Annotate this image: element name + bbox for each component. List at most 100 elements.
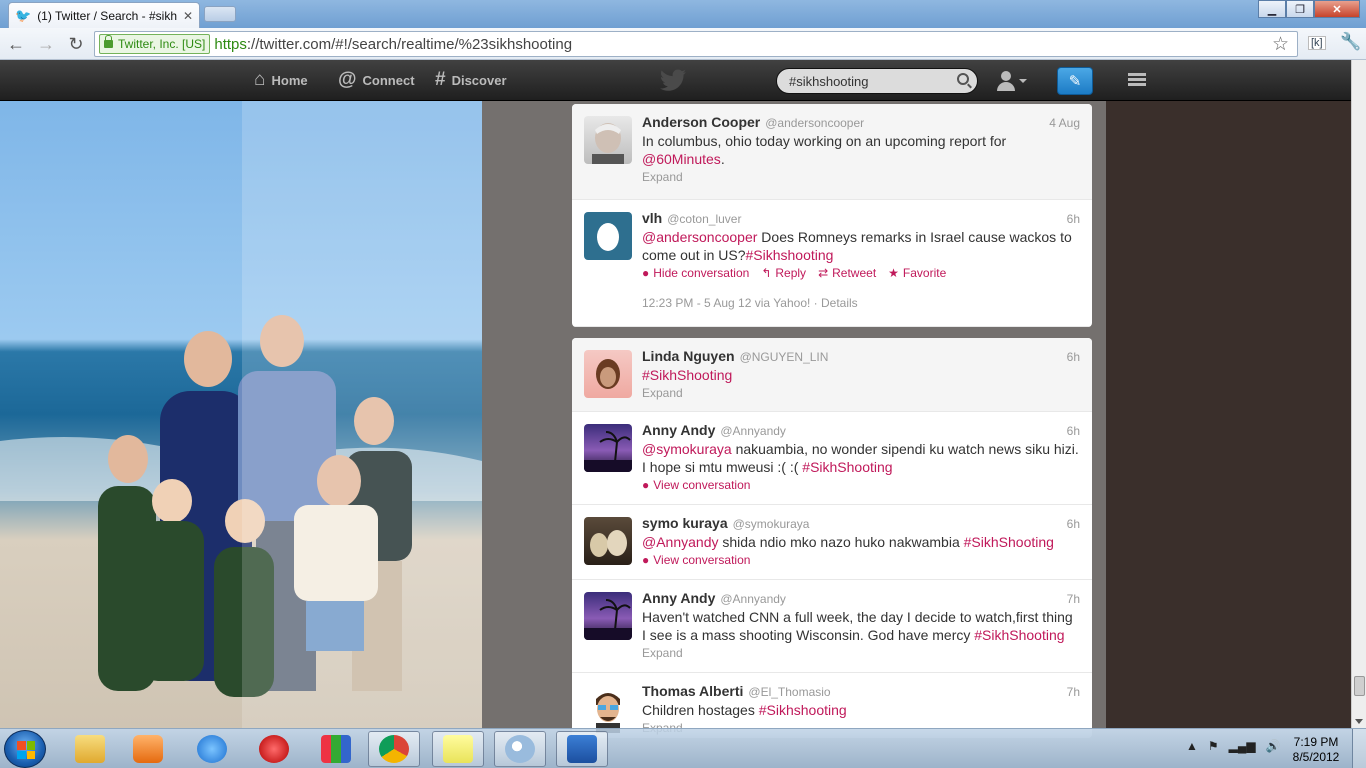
avatar[interactable]	[584, 350, 632, 398]
network-signal-icon[interactable]: ▂▄▆	[1229, 739, 1256, 753]
search-icon[interactable]	[957, 73, 969, 85]
hide-conversation-link[interactable]: ● Hide conversation	[642, 266, 749, 280]
tweet-fullname[interactable]: vlh	[642, 210, 662, 226]
tweet-fullname[interactable]: Anderson Cooper	[642, 114, 760, 130]
back-button[interactable]: ←	[4, 32, 28, 56]
tweet-item-expanded[interactable]: vlh @coton_luver 6h @andersoncooper Does…	[572, 200, 1092, 327]
tweet-timestamp[interactable]: 6h	[1067, 350, 1080, 364]
start-button[interactable]	[4, 730, 46, 768]
tweet-timestamp[interactable]: 4 Aug	[1049, 116, 1080, 130]
taskbar-internet-explorer[interactable]	[186, 731, 238, 767]
address-bar[interactable]: Twitter, Inc. [US] https://twitter.com/#…	[94, 31, 1298, 57]
speech-bubble-icon: ●	[642, 266, 650, 280]
nav-discover[interactable]: # Discover	[435, 60, 507, 100]
tweet-username[interactable]: @Annyandy	[720, 592, 786, 606]
ev-certificate-badge[interactable]: Twitter, Inc. [US]	[99, 34, 211, 54]
browser-tab-twitter[interactable]: 🐦 (1) Twitter / Search - #sikh ✕	[8, 2, 200, 28]
taskbar-app-red[interactable]	[248, 731, 300, 767]
reply-link[interactable]: ↰ Reply	[761, 266, 806, 280]
twitter-bird-icon[interactable]	[659, 69, 687, 91]
tweet-username[interactable]: @El_Thomasio	[748, 685, 830, 699]
bookmark-star-icon[interactable]: ☆	[1272, 33, 1289, 56]
tweet-mention-link[interactable]: @Annyandy	[642, 534, 718, 550]
show-hidden-icons-icon[interactable]: ▲	[1186, 739, 1198, 753]
taskbar-paint[interactable]	[494, 731, 546, 767]
tweet-mention-link[interactable]: @andersoncooper	[642, 229, 757, 245]
tweet-hashtag-link[interactable]: #Sikhshooting	[746, 247, 834, 263]
reload-button[interactable]: ↻	[64, 32, 88, 56]
compose-tweet-button[interactable]: ✎	[1057, 67, 1093, 95]
tweet-fullname[interactable]: Anny Andy	[642, 590, 715, 606]
expand-link[interactable]: Expand	[642, 386, 1080, 400]
tweet-item[interactable]: Anny Andy @Annyandy 7h Haven't watched C…	[572, 580, 1092, 673]
url-text[interactable]: https://twitter.com/#!/search/realtime/%…	[214, 36, 572, 53]
tweet-username[interactable]: @Annyandy	[720, 424, 786, 438]
tweet-fullname[interactable]: Anny Andy	[642, 422, 715, 438]
taskbar-word[interactable]	[556, 731, 608, 767]
wrench-menu-icon[interactable]: 🔧	[1340, 32, 1361, 52]
stack-menu-icon[interactable]	[1128, 73, 1146, 89]
tweet-timestamp[interactable]: 7h	[1067, 685, 1080, 699]
avatar[interactable]	[584, 592, 632, 640]
retweet-link[interactable]: ⇄ Retweet	[818, 266, 876, 280]
user-menu-dropdown[interactable]	[996, 68, 1036, 94]
forward-button[interactable]: →	[34, 32, 58, 56]
avatar[interactable]	[584, 517, 632, 565]
avatar-egg[interactable]	[584, 212, 632, 260]
search-box[interactable]	[776, 68, 978, 94]
scroll-down-arrow-icon[interactable]	[1355, 719, 1363, 724]
tweet-hashtag-link[interactable]: #SikhShooting	[802, 459, 892, 475]
tweet-fullname[interactable]: Thomas Alberti	[642, 683, 743, 699]
tweet-hashtag-link[interactable]: #SikhShooting	[964, 534, 1054, 550]
taskbar-chrome[interactable]	[368, 731, 420, 767]
tweet-fullname[interactable]: symo kuraya	[642, 515, 728, 531]
close-window-button[interactable]: ✕	[1314, 0, 1360, 18]
maximize-button[interactable]: ❐	[1286, 0, 1314, 18]
action-center-flag-icon[interactable]: ⚑	[1208, 739, 1219, 753]
nav-home[interactable]: ⌂ Home	[254, 60, 308, 100]
taskbar-explorer[interactable]	[64, 731, 116, 767]
avatar[interactable]	[584, 424, 632, 472]
red-app-icon	[259, 735, 289, 763]
tweet-item[interactable]: Anny Andy @Annyandy 6h @symokuraya nakua…	[572, 412, 1092, 505]
expand-link[interactable]: Expand	[642, 646, 1080, 660]
volume-icon[interactable]: 🔊	[1266, 739, 1281, 753]
tweet-timestamp[interactable]: 6h	[1067, 212, 1080, 226]
tab-close-icon[interactable]: ✕	[183, 9, 193, 23]
taskbar-sticky-notes[interactable]	[432, 731, 484, 767]
tweet-username[interactable]: @symokuraya	[733, 517, 810, 531]
tweet-timestamp[interactable]: 6h	[1067, 424, 1080, 438]
nav-connect[interactable]: @ Connect	[338, 60, 415, 100]
tweet-timestamp[interactable]: 7h	[1067, 592, 1080, 606]
tweet-mention-link[interactable]: @symokuraya	[642, 441, 732, 457]
tweet-username[interactable]: @coton_luver	[667, 212, 741, 226]
show-desktop-button[interactable]	[1352, 729, 1366, 768]
taskbar-app-blocks[interactable]	[310, 731, 362, 767]
tweet-hashtag-link[interactable]: #SikhShooting	[974, 627, 1064, 643]
tweet-item[interactable]: Anderson Cooper @andersoncooper 4 Aug In…	[572, 104, 1092, 200]
extension-k-button[interactable]: [k]	[1308, 36, 1326, 50]
tweet-item[interactable]: Linda Nguyen @NGUYEN_LIN 6h #SikhShootin…	[572, 338, 1092, 412]
tweet-item[interactable]: symo kuraya @symokuraya 6h @Annyandy shi…	[572, 505, 1092, 580]
avatar[interactable]	[584, 116, 632, 164]
favorite-link[interactable]: ★ Favorite	[888, 266, 946, 280]
tweet-timestamp[interactable]: 6h	[1067, 517, 1080, 531]
view-conversation-link[interactable]: ● View conversation	[642, 478, 750, 492]
view-conversation-link[interactable]: ● View conversation	[642, 553, 750, 567]
page-scrollbar[interactable]	[1351, 60, 1366, 728]
tweet-username[interactable]: @NGUYEN_LIN	[740, 350, 829, 364]
tweet-hashtag-link[interactable]: #Sikhshooting	[759, 702, 847, 718]
new-tab-button[interactable]	[204, 6, 236, 22]
minimize-button[interactable]: ▁	[1258, 0, 1286, 18]
tweet-mention-link[interactable]: @60Minutes	[642, 151, 721, 167]
expand-link[interactable]: Expand	[642, 170, 1080, 184]
scrollbar-thumb[interactable]	[1354, 676, 1365, 696]
avatar[interactable]	[584, 685, 632, 733]
tweet-fullname[interactable]: Linda Nguyen	[642, 348, 735, 364]
search-input[interactable]	[789, 73, 949, 89]
taskbar-media-player[interactable]	[122, 731, 174, 767]
tweet-meta-details[interactable]: 12:23 PM - 5 Aug 12 via Yahoo! · Details	[642, 296, 858, 310]
tweet-hashtag-link[interactable]: #SikhShooting	[642, 367, 732, 383]
tweet-username[interactable]: @andersoncooper	[765, 116, 864, 130]
taskbar-clock[interactable]: 7:19 PM 8/5/2012	[1290, 735, 1342, 765]
